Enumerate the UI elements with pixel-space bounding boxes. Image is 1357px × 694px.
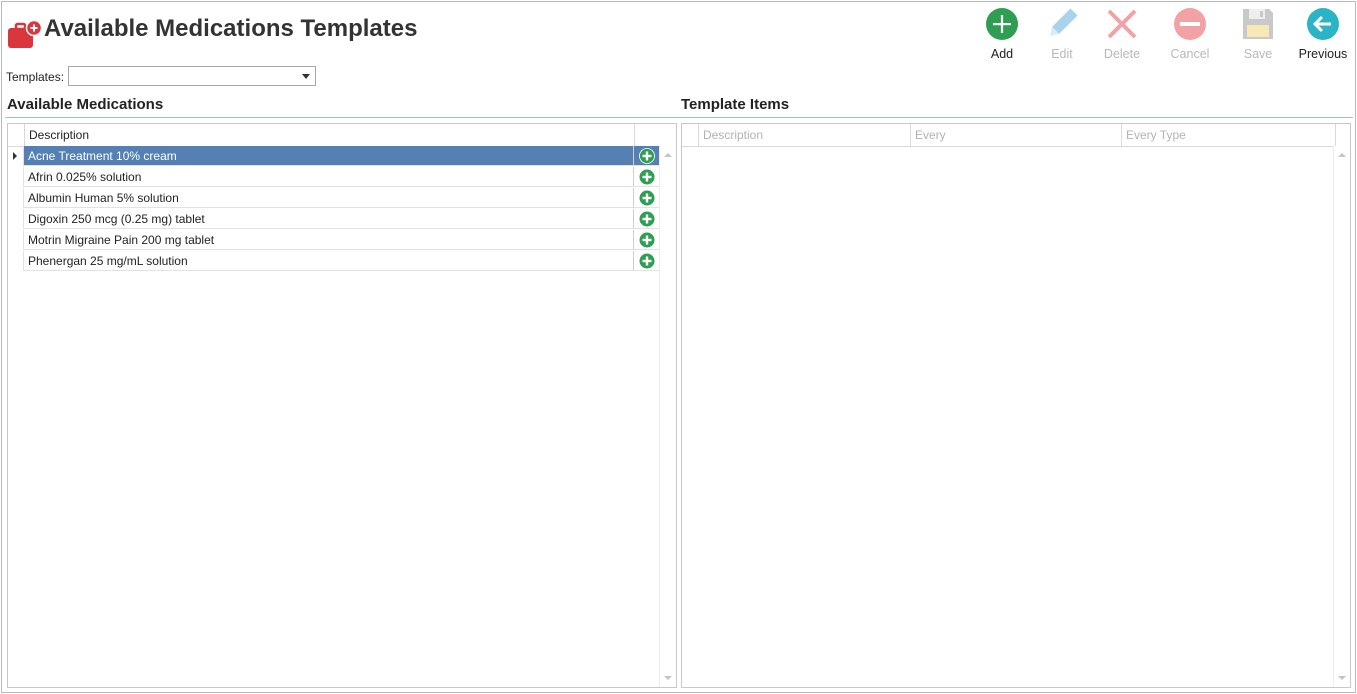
- row-indicator: [8, 167, 23, 188]
- chevron-down-icon: [302, 74, 310, 79]
- column-header-every-type[interactable]: Every Type: [1121, 124, 1335, 146]
- page-title: Available Medications Templates: [44, 15, 418, 42]
- delete-label: Delete: [1103, 47, 1141, 61]
- add-medication-button[interactable]: [633, 188, 659, 208]
- medication-description[interactable]: Afrin 0.025% solution: [23, 167, 633, 187]
- delete-button[interactable]: Delete: [1094, 7, 1150, 63]
- save-icon: [1230, 7, 1286, 41]
- close-icon: [1094, 7, 1150, 41]
- medication-description[interactable]: Motrin Migraine Pain 200 mg tablet: [23, 230, 633, 250]
- row-indicator: [8, 230, 23, 251]
- main-window: Available Medications Templates Add Edit…: [1, 1, 1356, 693]
- column-header-description[interactable]: Description: [698, 124, 910, 146]
- arrow-left-icon: [1295, 7, 1351, 41]
- save-button[interactable]: Save: [1230, 7, 1286, 63]
- templates-label: Templates:: [6, 70, 65, 84]
- previous-label: Previous: [1298, 47, 1348, 61]
- add-label: Add: [990, 47, 1014, 61]
- plus-circle-icon: [639, 169, 655, 185]
- section-divider: [5, 117, 1353, 118]
- medication-description[interactable]: Phenergan 25 mg/mL solution: [23, 251, 633, 271]
- template-items-grid: Description Every Every Type: [681, 123, 1351, 688]
- table-row[interactable]: Albumin Human 5% solution: [8, 188, 659, 209]
- table-row[interactable]: Motrin Migraine Pain 200 mg tablet: [8, 230, 659, 251]
- add-icon: [974, 7, 1030, 41]
- current-row-arrow-icon: [13, 152, 17, 160]
- column-header-description[interactable]: Description: [24, 124, 634, 146]
- column-header-action: [634, 124, 660, 146]
- plus-circle-icon: [639, 232, 655, 248]
- table-row[interactable]: Acne Treatment 10% cream: [8, 146, 659, 167]
- grid-header: Description: [8, 124, 676, 147]
- plus-circle-icon: [639, 190, 655, 206]
- medication-description[interactable]: Acne Treatment 10% cream: [23, 146, 633, 166]
- row-indicator-header: [682, 124, 698, 146]
- plus-circle-icon: [639, 148, 655, 164]
- scroll-down-icon[interactable]: [664, 676, 672, 680]
- add-medication-button[interactable]: [633, 251, 659, 271]
- scroll-down-icon[interactable]: [1338, 676, 1346, 680]
- column-header-spacer: [1335, 124, 1350, 146]
- vertical-scrollbar[interactable]: [659, 146, 676, 687]
- add-medication-button[interactable]: [633, 230, 659, 250]
- column-header-every[interactable]: Every: [910, 124, 1121, 146]
- vertical-scrollbar[interactable]: [1333, 146, 1350, 687]
- edit-label: Edit: [1051, 47, 1073, 61]
- add-medication-button[interactable]: [633, 209, 659, 229]
- scroll-up-icon[interactable]: [664, 153, 672, 157]
- minus-circle-icon: [1162, 7, 1218, 41]
- template-items-heading: Template Items: [681, 96, 790, 113]
- row-indicator: [8, 209, 23, 230]
- plus-circle-icon: [639, 253, 655, 269]
- cancel-button[interactable]: Cancel: [1162, 7, 1218, 63]
- add-medication-button[interactable]: [633, 146, 659, 166]
- cancel-label: Cancel: [1170, 47, 1210, 61]
- save-label: Save: [1243, 47, 1273, 61]
- row-indicator-header: [8, 124, 24, 146]
- row-indicator: [8, 251, 23, 272]
- grid-header: Description Every Every Type: [682, 124, 1350, 147]
- available-medications-heading: Available Medications: [7, 96, 164, 113]
- previous-button[interactable]: Previous: [1295, 7, 1351, 63]
- medication-description[interactable]: Albumin Human 5% solution: [23, 188, 633, 208]
- scroll-up-icon[interactable]: [1338, 153, 1346, 157]
- add-medication-button[interactable]: [633, 167, 659, 187]
- add-button[interactable]: Add: [974, 7, 1030, 63]
- edit-button[interactable]: Edit: [1034, 7, 1090, 63]
- available-medications-grid: Description Acne Treatment 10% cream Afri…: [7, 123, 677, 688]
- row-indicator: [8, 188, 23, 209]
- templates-dropdown[interactable]: [68, 66, 316, 86]
- table-row[interactable]: Phenergan 25 mg/mL solution: [8, 251, 659, 272]
- pencil-icon: [1034, 7, 1090, 41]
- plus-circle-icon: [639, 211, 655, 227]
- medication-description[interactable]: Digoxin 250 mcg (0.25 mg) tablet: [23, 209, 633, 229]
- table-row[interactable]: Afrin 0.025% solution: [8, 167, 659, 188]
- row-indicator: [8, 146, 23, 167]
- medical-kit-icon: [7, 19, 45, 49]
- table-row[interactable]: Digoxin 250 mcg (0.25 mg) tablet: [8, 209, 659, 230]
